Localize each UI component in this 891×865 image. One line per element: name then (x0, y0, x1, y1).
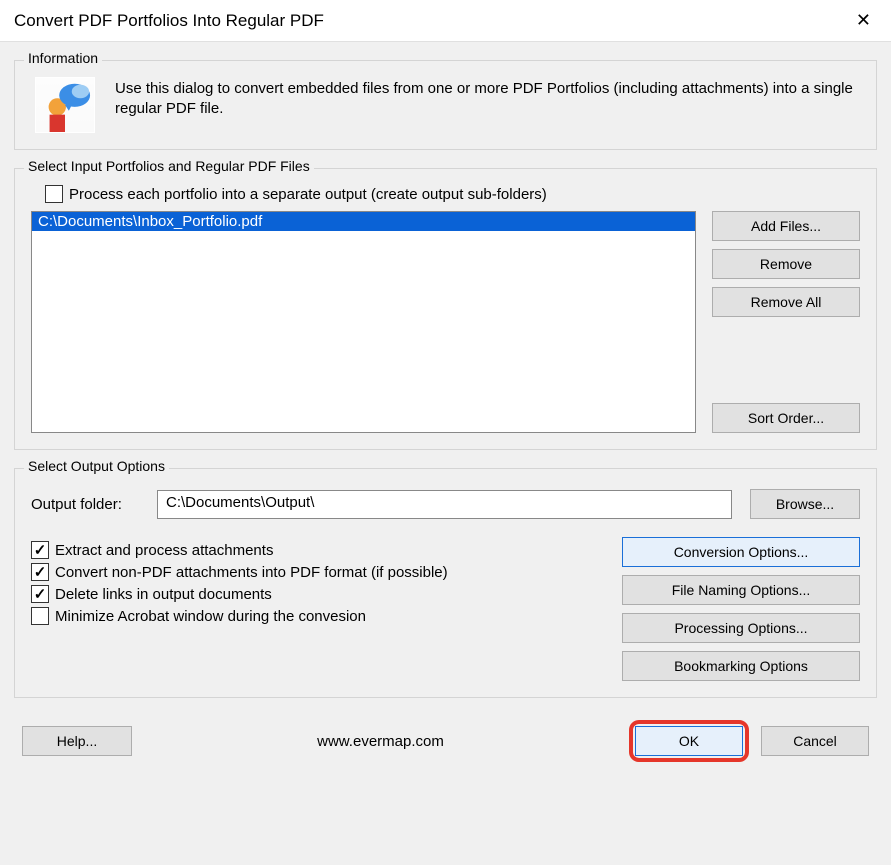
close-icon[interactable]: ✕ (850, 8, 877, 33)
add-files-button[interactable]: Add Files... (712, 211, 860, 241)
delete-links-label: Delete links in output documents (55, 586, 272, 603)
bottom-bar: Help... www.evermap.com OK Cancel (6, 706, 885, 762)
convert-nonpdf-checkbox[interactable] (31, 563, 49, 581)
output-legend: Select Output Options (24, 458, 169, 474)
conversion-options-button[interactable]: Conversion Options... (622, 537, 860, 567)
input-portfolios-group: Select Input Portfolios and Regular PDF … (14, 168, 877, 450)
delete-links-row[interactable]: Delete links in output documents (31, 585, 598, 603)
input-legend: Select Input Portfolios and Regular PDF … (24, 158, 314, 174)
cancel-button[interactable]: Cancel (761, 726, 869, 756)
file-naming-options-button[interactable]: File Naming Options... (622, 575, 860, 605)
output-folder-input[interactable]: C:\Documents\Output\ (157, 490, 732, 519)
information-legend: Information (24, 50, 102, 66)
output-options-group: Select Output Options Output folder: C:\… (14, 468, 877, 698)
sort-order-button[interactable]: Sort Order... (712, 403, 860, 433)
extract-attachments-row[interactable]: Extract and process attachments (31, 541, 598, 559)
information-text: Use this dialog to convert embedded file… (115, 77, 856, 120)
delete-links-checkbox[interactable] (31, 585, 49, 603)
output-folder-label: Output folder: (31, 496, 139, 513)
remove-all-button[interactable]: Remove All (712, 287, 860, 317)
extract-attachments-label: Extract and process attachments (55, 542, 273, 559)
ok-button[interactable]: OK (635, 726, 743, 756)
process-separate-label: Process each portfolio into a separate o… (69, 186, 547, 203)
minimize-acrobat-label: Minimize Acrobat window during the conve… (55, 608, 366, 625)
help-button[interactable]: Help... (22, 726, 132, 756)
convert-nonpdf-row[interactable]: Convert non-PDF attachments into PDF for… (31, 563, 598, 581)
extract-attachments-checkbox[interactable] (31, 541, 49, 559)
minimize-acrobat-row[interactable]: Minimize Acrobat window during the conve… (31, 607, 598, 625)
remove-button[interactable]: Remove (712, 249, 860, 279)
info-icon (35, 77, 95, 133)
information-group: Information Use this dialog to convert e… (14, 60, 877, 150)
file-list[interactable]: C:\Documents\Inbox_Portfolio.pdf (31, 211, 696, 433)
process-separate-checkbox[interactable] (45, 185, 63, 203)
window-title: Convert PDF Portfolios Into Regular PDF (14, 11, 324, 31)
processing-options-button[interactable]: Processing Options... (622, 613, 860, 643)
content: Information Use this dialog to convert e… (0, 41, 891, 865)
process-separate-row[interactable]: Process each portfolio into a separate o… (45, 185, 860, 203)
convert-nonpdf-label: Convert non-PDF attachments into PDF for… (55, 564, 448, 581)
ok-highlight: OK (629, 720, 749, 762)
browse-button[interactable]: Browse... (750, 489, 860, 519)
titlebar: Convert PDF Portfolios Into Regular PDF … (0, 0, 891, 41)
bookmarking-options-button[interactable]: Bookmarking Options (622, 651, 860, 681)
minimize-acrobat-checkbox[interactable] (31, 607, 49, 625)
list-item[interactable]: C:\Documents\Inbox_Portfolio.pdf (32, 212, 695, 231)
footer-url: www.evermap.com (144, 733, 617, 750)
